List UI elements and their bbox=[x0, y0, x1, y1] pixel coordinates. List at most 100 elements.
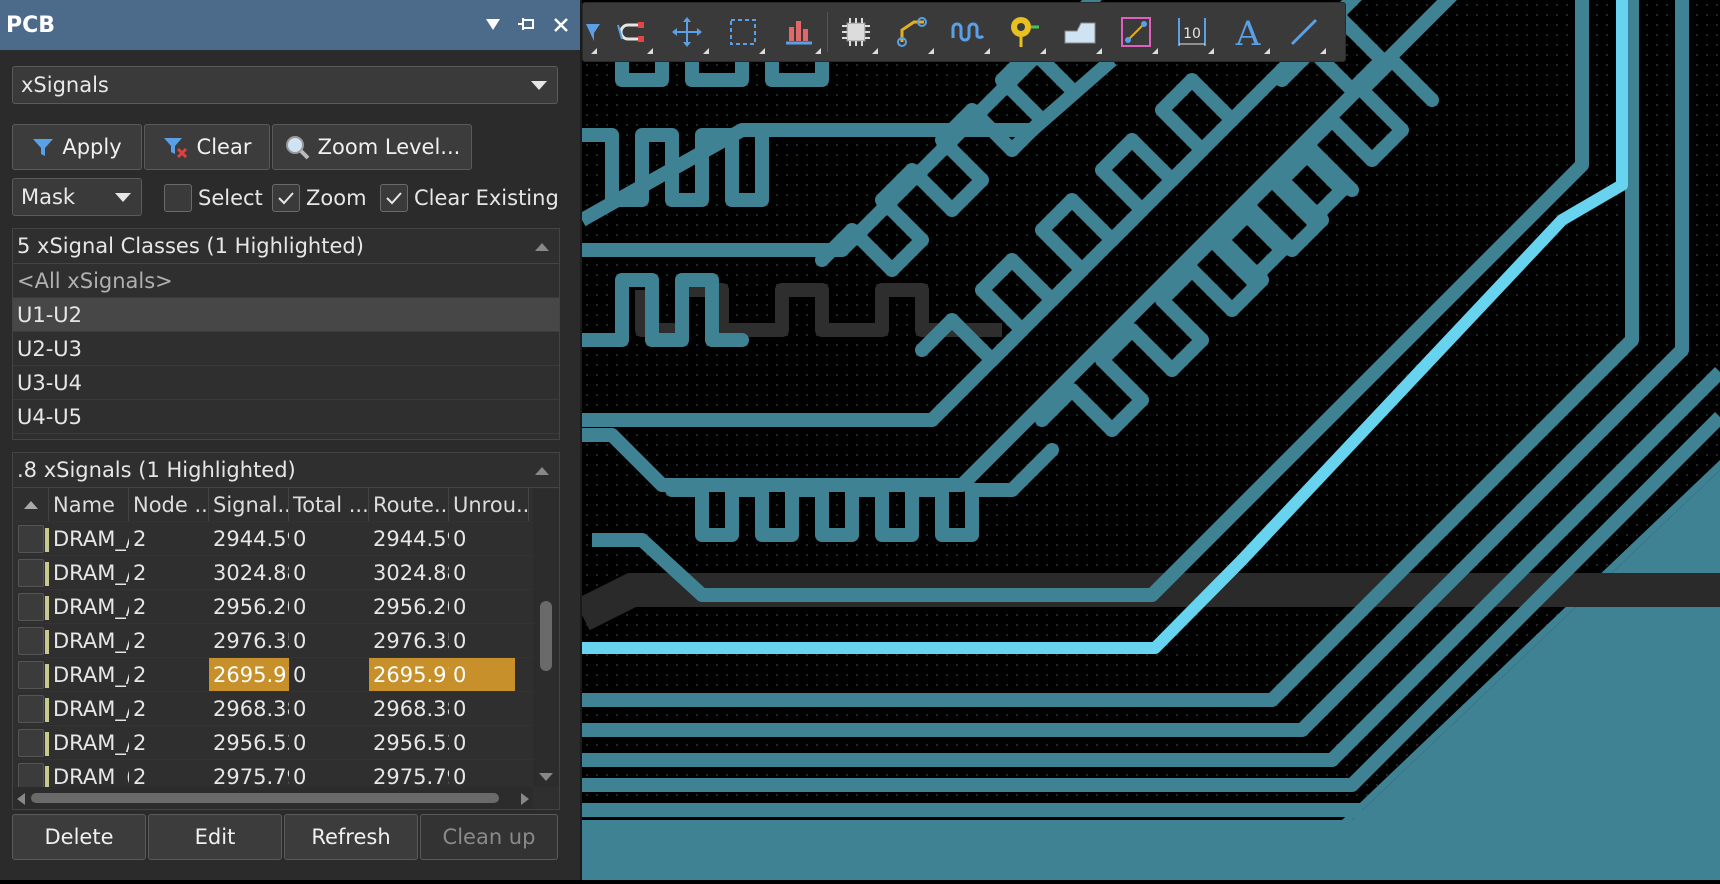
cell-name: DRAM_/ bbox=[53, 662, 129, 687]
pcb-toolbar: 10 A bbox=[582, 2, 1346, 62]
tool-filter[interactable] bbox=[583, 4, 603, 60]
checkbox-box[interactable] bbox=[164, 184, 192, 212]
vertical-scrollbar[interactable] bbox=[533, 489, 559, 787]
scroll-up-icon[interactable] bbox=[535, 467, 549, 475]
zoom-level-button-label: Zoom Level... bbox=[317, 135, 461, 159]
refresh-button[interactable]: Refresh bbox=[284, 814, 418, 860]
checkbox-box[interactable] bbox=[380, 184, 408, 212]
tool-dimension[interactable]: 10 bbox=[1164, 4, 1220, 60]
row-color-swatch[interactable] bbox=[18, 728, 49, 757]
sort-column-header[interactable] bbox=[13, 488, 49, 521]
scroll-left-icon[interactable] bbox=[17, 793, 25, 805]
column-header-routed[interactable]: Route... bbox=[369, 488, 449, 521]
row-color-swatch[interactable] bbox=[18, 524, 49, 553]
zoom-level-button[interactable]: Zoom Level... bbox=[272, 124, 472, 170]
clear-existing-checkbox-label: Clear Existing bbox=[414, 186, 559, 210]
meander-left-1 bbox=[575, 128, 769, 207]
column-header-signal[interactable]: Signal... bbox=[209, 488, 289, 521]
column-header-unrouted[interactable]: Unrou... bbox=[449, 488, 529, 521]
tool-line[interactable] bbox=[1276, 4, 1332, 60]
apply-button[interactable]: Apply bbox=[12, 124, 142, 170]
select-checkbox-label: Select bbox=[198, 186, 263, 210]
text-icon: A bbox=[1235, 15, 1261, 49]
horizontal-scrollbar[interactable] bbox=[13, 787, 533, 809]
tool-diff-pair[interactable] bbox=[1108, 4, 1164, 60]
grid-header-row: Name Node ... Signal... Total ... Route.… bbox=[13, 488, 533, 522]
pcb-canvas[interactable] bbox=[574, 0, 1720, 880]
panel-title: PCB bbox=[6, 12, 56, 38]
row-color-swatch[interactable] bbox=[18, 660, 49, 689]
checkbox-box[interactable] bbox=[272, 184, 300, 212]
cell-node-count: 2 bbox=[133, 628, 147, 653]
row-selector[interactable] bbox=[13, 658, 49, 691]
tool-text[interactable]: A bbox=[1220, 4, 1276, 60]
column-header-total[interactable]: Total ... bbox=[289, 488, 369, 521]
vertical-scroll-thumb[interactable] bbox=[540, 601, 552, 671]
mode-select-value: xSignals bbox=[21, 73, 109, 97]
tool-polygon[interactable] bbox=[1052, 4, 1108, 60]
table-row[interactable]: DRAM_/22968.3802968.380 bbox=[13, 692, 533, 726]
clear-existing-checkbox[interactable]: Clear Existing bbox=[380, 184, 559, 212]
tool-component[interactable] bbox=[828, 4, 884, 60]
delete-button[interactable]: Delete bbox=[12, 814, 146, 860]
row-color-swatch[interactable] bbox=[18, 626, 49, 655]
row-color-swatch[interactable] bbox=[18, 694, 49, 723]
tool-snap[interactable] bbox=[603, 4, 659, 60]
tool-via[interactable] bbox=[996, 4, 1052, 60]
panel-menu-icon[interactable] bbox=[480, 12, 506, 38]
cell-unrouted: 0 bbox=[453, 560, 467, 585]
cell-signal-length: 2956.20 bbox=[213, 594, 289, 619]
class-item-u4-u5[interactable]: U4-U5 bbox=[13, 400, 559, 434]
row-selector[interactable] bbox=[13, 624, 49, 657]
mask-select[interactable]: Mask bbox=[12, 178, 142, 216]
table-row[interactable]: DRAM_/22956.2002956.200 bbox=[13, 590, 533, 624]
class-item-u1-u2[interactable]: U1-U2 bbox=[13, 298, 559, 332]
tool-route[interactable] bbox=[884, 4, 940, 60]
class-item-u3-u4[interactable]: U3-U4 bbox=[13, 366, 559, 400]
tool-tune-length[interactable] bbox=[940, 4, 996, 60]
component-icon bbox=[842, 18, 870, 46]
table-row[interactable]: DRAM_/22976.3502976.350 bbox=[13, 624, 533, 658]
table-row[interactable]: DRAM_/22944.5902944.590 bbox=[13, 522, 533, 556]
mode-select[interactable]: xSignals bbox=[12, 66, 558, 104]
cell-unrouted: 0 bbox=[453, 628, 467, 653]
scroll-right-icon[interactable] bbox=[521, 793, 529, 805]
pin-icon[interactable] bbox=[514, 12, 540, 38]
cell-routed-length: 2976.35 bbox=[373, 628, 449, 653]
class-item-u2-u3[interactable]: U2-U3 bbox=[13, 332, 559, 366]
scroll-up-icon[interactable] bbox=[535, 243, 549, 251]
row-color-swatch[interactable] bbox=[18, 558, 49, 587]
cleanup-button[interactable]: Clean up bbox=[420, 814, 558, 860]
table-row[interactable]: DRAM_/22956.5302956.530 bbox=[13, 726, 533, 760]
row-selector[interactable] bbox=[13, 692, 49, 725]
row-selector[interactable] bbox=[13, 726, 49, 759]
row-selector[interactable] bbox=[13, 590, 49, 623]
row-color-swatch[interactable] bbox=[18, 592, 49, 621]
scroll-down-icon[interactable] bbox=[539, 773, 553, 781]
cell-total: 0 bbox=[293, 526, 307, 551]
edit-button[interactable]: Edit bbox=[148, 814, 282, 860]
cell-signal-length: 2976.35 bbox=[213, 628, 289, 653]
cell-unrouted: 0 bbox=[453, 594, 467, 619]
row-selector[interactable] bbox=[13, 556, 49, 589]
cell-routed-length: 2944.59 bbox=[373, 526, 449, 551]
tool-align[interactable] bbox=[771, 4, 827, 60]
column-header-node[interactable]: Node ... bbox=[129, 488, 209, 521]
table-row[interactable]: DRAM_/23024.8803024.880 bbox=[13, 556, 533, 590]
meander-bottom bbox=[665, 443, 1059, 542]
select-checkbox[interactable]: Select bbox=[164, 184, 263, 212]
column-header-name[interactable]: Name bbox=[49, 488, 129, 521]
clear-button[interactable]: Clear bbox=[144, 124, 270, 170]
close-icon[interactable] bbox=[548, 12, 574, 38]
table-row[interactable]: DRAM_/22695.9102695.910 bbox=[13, 658, 533, 692]
cell-routed-length: 2956.20 bbox=[373, 594, 449, 619]
row-selector[interactable] bbox=[13, 522, 49, 555]
tool-move[interactable] bbox=[659, 4, 715, 60]
cell-name: DRAM_/ bbox=[53, 696, 129, 721]
class-item-all[interactable]: <All xSignals> bbox=[13, 264, 559, 298]
cell-node-count: 2 bbox=[133, 560, 147, 585]
sort-up-icon bbox=[23, 500, 38, 509]
tool-select-rect[interactable] bbox=[715, 4, 771, 60]
zoom-checkbox[interactable]: Zoom bbox=[272, 184, 367, 212]
horizontal-scroll-thumb[interactable] bbox=[31, 793, 499, 803]
